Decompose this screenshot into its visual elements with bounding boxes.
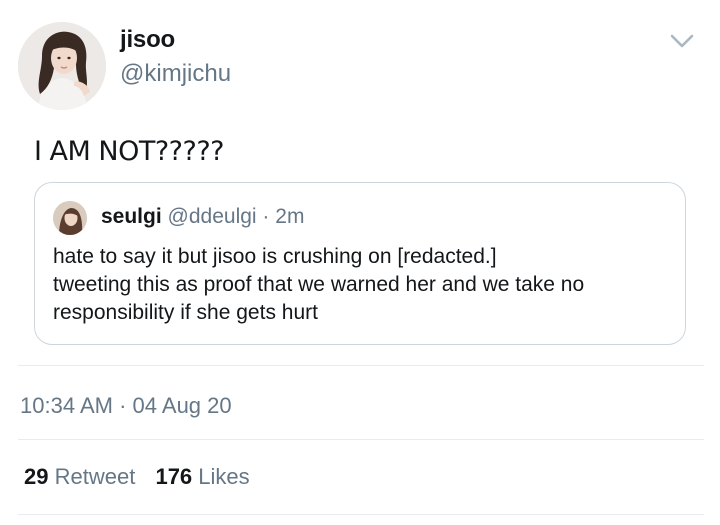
timestamp-date: 04 Aug 20 [132, 393, 232, 418]
quote-separator: · [262, 205, 270, 228]
quote-avatar-photo [53, 201, 87, 235]
like-label: Likes [198, 464, 250, 489]
divider [18, 514, 704, 515]
tweet-timestamp[interactable]: 10:34 AM · 04 Aug 20 [20, 393, 232, 419]
quoted-tweet[interactable]: seulgi @ddeulgi · 2m hate to say it but … [34, 182, 686, 345]
engagement-stats: 29 Retweet 176 Likes [24, 464, 250, 490]
tweet-card: jisoo @kimjichu I AM NOT????? seulgi @dd… [0, 0, 720, 525]
divider [18, 365, 704, 366]
timestamp-separator: · [119, 393, 127, 418]
like-count: 176 [155, 464, 193, 489]
chevron-down-icon[interactable] [669, 32, 695, 50]
quote-author-name: seulgi [101, 205, 162, 228]
author-name[interactable]: jisoo [120, 26, 175, 54]
quote-text-line: responsibility if she gets hurt [53, 301, 318, 324]
author-handle[interactable]: @kimjichu [120, 60, 231, 88]
tweet-text: I AM NOT????? [34, 136, 225, 167]
timestamp-time: 10:34 AM [20, 393, 113, 418]
quote-author-handle: @ddeulgi [167, 205, 257, 228]
retweet-count-link[interactable]: 29 Retweet [24, 464, 135, 490]
quote-text-line: hate to say it but jisoo is crushing on … [53, 245, 497, 268]
quote-header: seulgi @ddeulgi · 2m [101, 205, 304, 229]
like-count-link[interactable]: 176 Likes [155, 464, 249, 490]
retweet-count: 29 [24, 464, 49, 489]
author-avatar[interactable] [18, 22, 106, 110]
quote-time: 2m [275, 205, 305, 228]
quote-author-avatar [53, 201, 87, 235]
divider [18, 439, 704, 440]
avatar-photo [18, 22, 106, 110]
quote-text: hate to say it but jisoo is crushing on … [53, 243, 673, 327]
retweet-label: Retweet [54, 464, 136, 489]
quote-text-line: tweeting this as proof that we warned he… [53, 273, 585, 296]
